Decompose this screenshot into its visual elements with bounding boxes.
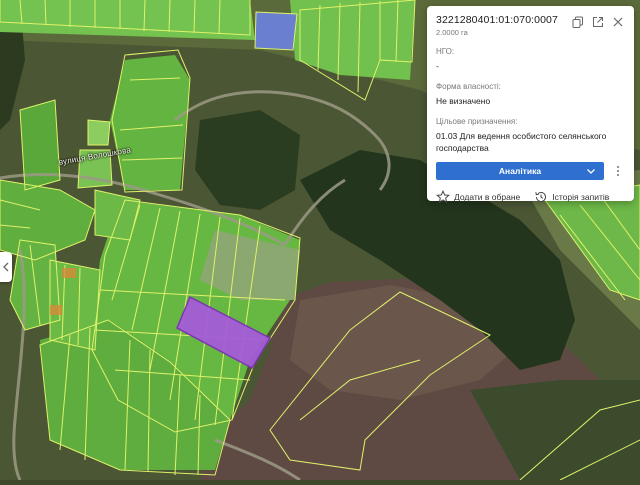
parcel-title-block: 3221280401:01:070:0007 2.0000 га [436, 14, 558, 37]
ngo-label: НГО: [436, 47, 455, 56]
add-favorite-button[interactable]: Додати в обране [436, 190, 520, 204]
chevron-down-icon [586, 166, 596, 176]
panel-header-actions [572, 16, 624, 28]
parcel-orange-1[interactable] [62, 268, 76, 278]
star-icon [436, 190, 450, 204]
analytics-button-label: Аналітика [498, 166, 542, 176]
parcel-info-panel: 3221280401:01:070:0007 2.0000 га НГО: - … [427, 6, 634, 204]
external-link-icon[interactable] [592, 16, 604, 28]
parcel-blue[interactable] [254, 11, 298, 51]
add-favorite-label: Додати в обране [454, 192, 521, 202]
purpose-label: Цільове призначення: [436, 117, 518, 126]
copy-icon[interactable] [572, 16, 584, 28]
purpose-value: 01.03 Для ведення особистого селянського… [436, 131, 607, 153]
ownership-label: Форма власності: [436, 82, 501, 91]
panel-header: 3221280401:01:070:0007 2.0000 га [436, 14, 624, 37]
chevron-left-icon [3, 262, 9, 272]
farmland-village-6 [88, 120, 110, 145]
analytics-row: Аналітика [436, 162, 624, 180]
panel-actions: Додати в обране Історія запитів [436, 190, 624, 204]
ownership-value: Не визначено [436, 96, 491, 106]
history-icon [535, 191, 547, 202]
more-vertical-icon[interactable] [614, 164, 622, 178]
parcel-area: 2.0000 га [436, 28, 468, 37]
cadastral-number: 3221280401:01:070:0007 [436, 14, 558, 26]
request-history-label: Історія запитів [552, 192, 610, 202]
farmland-north [110, 55, 190, 190]
request-history-button[interactable]: Історія запитів [534, 190, 609, 204]
ngo-value: - [436, 61, 439, 71]
analytics-button[interactable]: Аналітика [436, 162, 604, 180]
parcel-orange-2[interactable] [50, 305, 62, 315]
close-icon[interactable] [612, 16, 624, 28]
collapse-tab[interactable] [0, 252, 12, 282]
